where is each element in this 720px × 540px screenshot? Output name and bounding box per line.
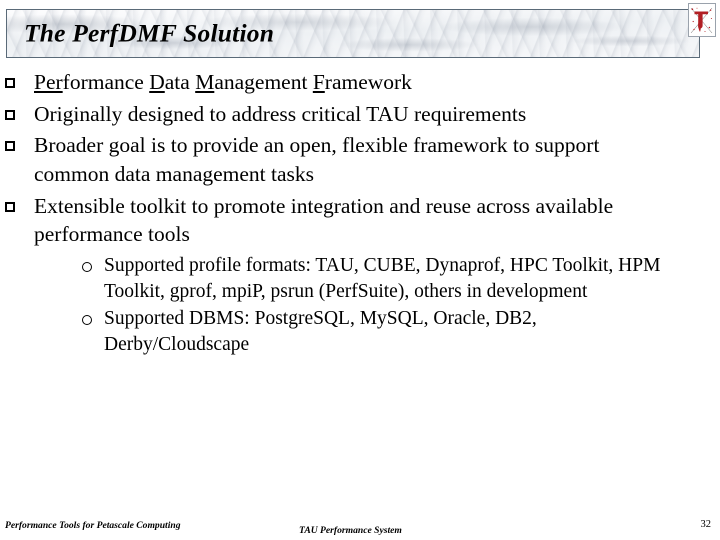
circle-bullet-icon bbox=[82, 262, 92, 273]
bullet-segment: F bbox=[312, 70, 325, 94]
sub-bullet-list: Supported profile formats: TAU, CUBE, Dy… bbox=[34, 253, 664, 358]
list-item: Performance Data Management Framework bbox=[0, 68, 676, 97]
bullet-text: Broader goal is to provide an open, flex… bbox=[34, 133, 600, 187]
page-title: The PerfDMF Solution bbox=[24, 17, 275, 47]
slide-body: Performance Data Management Framework Or… bbox=[0, 68, 720, 361]
square-bullet-icon bbox=[5, 109, 15, 120]
sub-bullet-text: Supported DBMS: PostgreSQL, MySQL, Oracl… bbox=[104, 307, 537, 355]
footer-center-text: TAU Performance System bbox=[299, 525, 402, 536]
footer: Performance Tools for Petascale Computin… bbox=[0, 506, 720, 540]
list-item: Extensible toolkit to promote integratio… bbox=[0, 192, 676, 358]
square-bullet-icon bbox=[5, 141, 15, 152]
tau-logo-icon bbox=[689, 4, 715, 36]
bullet-segment: ata bbox=[164, 70, 196, 94]
footer-left-text: Performance Tools for Petascale Computin… bbox=[5, 520, 181, 531]
square-bullet-icon bbox=[5, 77, 15, 88]
slide-number: 32 bbox=[700, 519, 712, 530]
title-banner: The PerfDMF Solution bbox=[6, 9, 700, 58]
square-bullet-icon bbox=[5, 201, 15, 212]
circle-bullet-icon bbox=[82, 314, 92, 325]
slide: The PerfDMF Solution Performance Data Ma… bbox=[0, 0, 720, 540]
list-item: Broader goal is to provide an open, flex… bbox=[0, 131, 676, 188]
bullet-text: Originally designed to address critical … bbox=[34, 101, 527, 126]
sub-list-item: Supported DBMS: PostgreSQL, MySQL, Oracl… bbox=[80, 306, 664, 358]
bullet-segment: Per bbox=[34, 70, 63, 94]
bullet-segment: ramework bbox=[324, 70, 412, 94]
bullet-segment: anagement bbox=[214, 70, 313, 94]
bullet-segment: formance bbox=[62, 70, 150, 94]
list-item: Originally designed to address critical … bbox=[0, 100, 676, 129]
bullet-segment: M bbox=[195, 70, 215, 94]
bullet-segment: D bbox=[149, 70, 165, 94]
bullet-list: Performance Data Management Framework Or… bbox=[0, 68, 720, 358]
bullet-text-rich: Performance Data Management Framework bbox=[34, 68, 664, 97]
bullet-text: Extensible toolkit to promote integratio… bbox=[34, 193, 614, 247]
sub-bullet-text: Supported profile formats: TAU, CUBE, Dy… bbox=[104, 255, 661, 303]
sub-list-item: Supported profile formats: TAU, CUBE, Dy… bbox=[80, 253, 664, 305]
tau-logo bbox=[688, 3, 716, 37]
